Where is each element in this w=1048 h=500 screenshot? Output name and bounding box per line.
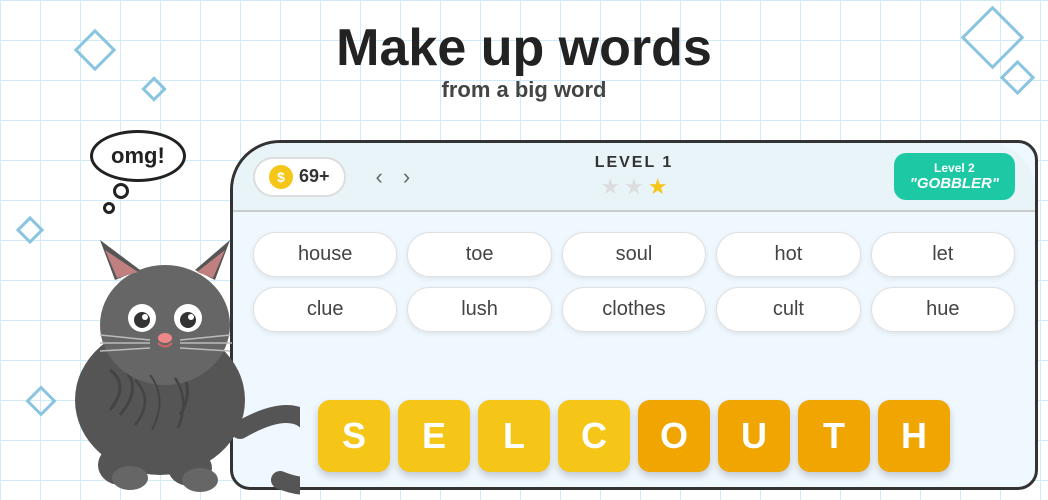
cat-area [0, 140, 320, 500]
letter-tile-H[interactable]: H [878, 400, 950, 472]
word-chip-hue[interactable]: hue [871, 287, 1015, 332]
nav-left-button[interactable]: ‹ [366, 160, 393, 194]
level2-badge[interactable]: Level 2 "GOBBLER" [894, 153, 1015, 200]
badge-level-word: "GOBBLER" [910, 175, 999, 192]
letter-tile-O[interactable]: O [638, 400, 710, 472]
word-chip-clothes[interactable]: clothes [562, 287, 706, 332]
tiles-row: SELCOUTH [318, 400, 950, 472]
page-subtitle: from a big word [0, 77, 1048, 103]
badge-level-title: Level 2 [910, 161, 999, 175]
speech-bubble: omg! [90, 130, 186, 182]
word-chip-let[interactable]: let [871, 232, 1015, 277]
word-chip-hot[interactable]: hot [716, 232, 860, 277]
nav-right-button[interactable]: › [393, 160, 420, 194]
word-chip-toe[interactable]: toe [407, 232, 551, 277]
words-area: housetoesoulhotletcluelushclothesculthue [233, 212, 1035, 342]
cat-illustration [20, 160, 300, 500]
word-chip-lush[interactable]: lush [407, 287, 551, 332]
star-3: ★ [648, 174, 668, 200]
word-chip-soul[interactable]: soul [562, 232, 706, 277]
stars-row: ★ ★ ★ [595, 174, 674, 200]
speech-text: omg! [111, 143, 165, 168]
word-chip-cult[interactable]: cult [716, 287, 860, 332]
top-bar: $ 69+ ‹ LEVEL 1 ★ ★ ★ › Level 2 "GOBBLER… [233, 143, 1035, 212]
letter-tile-L[interactable]: L [478, 400, 550, 472]
letter-tile-U[interactable]: U [718, 400, 790, 472]
level-center: LEVEL 1 ★ ★ ★ [595, 154, 674, 200]
letter-tile-E[interactable]: E [398, 400, 470, 472]
star-1: ★ [600, 174, 620, 200]
letter-tile-S[interactable]: S [318, 400, 390, 472]
page-title: Make up words [0, 20, 1048, 77]
letter-tile-C[interactable]: C [558, 400, 630, 472]
title-area: Make up words from a big word [0, 20, 1048, 103]
star-2: ★ [624, 174, 644, 200]
letter-tile-T[interactable]: T [798, 400, 870, 472]
level-label: LEVEL 1 [595, 154, 674, 172]
game-panel: $ 69+ ‹ LEVEL 1 ★ ★ ★ › Level 2 "GOBBLER… [230, 140, 1038, 490]
